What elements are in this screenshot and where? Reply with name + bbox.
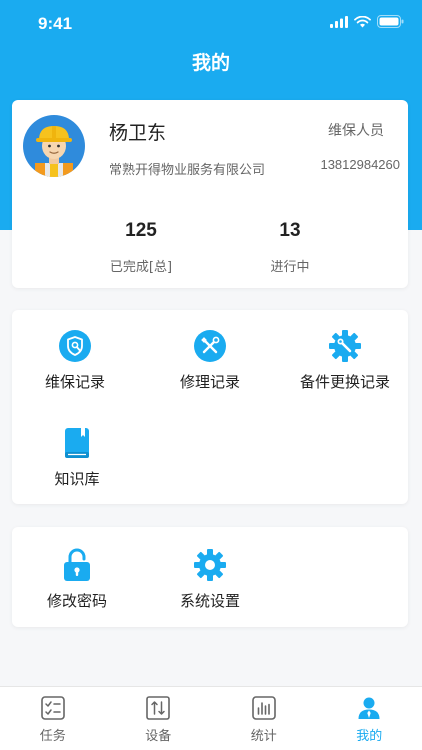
- tab-devices-label: 设备: [145, 729, 172, 744]
- battery-icon: [377, 15, 404, 28]
- change-password-label: 修改密码: [46, 592, 107, 610]
- profile-card: 杨卫东 维保人员 常熟开得物业服务有限公司 13812984260 125 已完…: [12, 100, 408, 288]
- tab-tasks-label: 任务: [39, 729, 66, 744]
- system-settings-label: 系统设置: [179, 592, 240, 610]
- stat-in-progress-label: 进行中: [270, 260, 310, 275]
- knowledge-base-label: 知识库: [54, 470, 100, 488]
- page-title: 我的: [191, 52, 230, 74]
- wifi-icon: [354, 15, 371, 27]
- maintenance-records-button[interactable]: 维保记录: [10, 329, 140, 392]
- tab-mine-label: 我的: [356, 729, 383, 744]
- stat-in-progress[interactable]: 13 进行中: [230, 220, 350, 275]
- status-icons: [330, 15, 404, 28]
- chart-icon: [251, 696, 276, 720]
- system-settings-button[interactable]: 系统设置: [145, 548, 275, 611]
- user-role: 维保人员: [328, 123, 384, 139]
- tab-statistics[interactable]: 统计: [211, 687, 317, 750]
- signal-icon: [330, 15, 348, 28]
- maintenance-records-label: 维保记录: [44, 373, 105, 391]
- features-card: 维保记录 修理记录 备件更换记录 知识库: [12, 310, 408, 504]
- status-time: 9:41: [38, 14, 73, 33]
- book-icon: [65, 428, 89, 458]
- knowledge-base-button[interactable]: 知识库: [12, 426, 142, 489]
- user-icon: [358, 697, 380, 719]
- change-password-button[interactable]: 修改密码: [12, 548, 142, 611]
- settings-card: 修改密码 系统设置: [12, 527, 408, 627]
- task-list-icon: [40, 696, 65, 720]
- tools-icon: [194, 330, 226, 362]
- stat-completed[interactable]: 125 已完成[总]: [81, 220, 201, 275]
- stat-completed-label: 已完成[总]: [109, 260, 173, 275]
- tab-tasks[interactable]: 任务: [0, 687, 106, 750]
- device-icon: [146, 696, 171, 720]
- shield-wrench-icon: [59, 330, 91, 362]
- gear-wrench-icon: [329, 330, 361, 362]
- user-phone: 13812984260: [320, 157, 400, 172]
- tab-mine[interactable]: 我的: [317, 687, 422, 750]
- tab-devices[interactable]: 设备: [106, 687, 212, 750]
- user-company: 常熟开得物业服务有限公司: [109, 163, 266, 178]
- worker-avatar-icon: [23, 115, 85, 177]
- parts-replacement-records-button[interactable]: 备件更换记录: [280, 329, 410, 392]
- tab-bar: 任务 设备 统计 我的: [0, 686, 422, 750]
- repair-records-label: 修理记录: [179, 373, 240, 391]
- gear-icon: [194, 549, 226, 581]
- user-name: 杨卫东: [109, 122, 167, 144]
- stat-completed-value: 125: [125, 220, 157, 241]
- lock-icon: [64, 548, 90, 581]
- status-bar: 9:41: [0, 0, 422, 44]
- tab-statistics-label: 统计: [250, 729, 277, 744]
- repair-records-button[interactable]: 修理记录: [145, 329, 275, 392]
- stat-in-progress-value: 13: [279, 220, 301, 241]
- parts-replacement-records-label: 备件更换记录: [299, 373, 390, 391]
